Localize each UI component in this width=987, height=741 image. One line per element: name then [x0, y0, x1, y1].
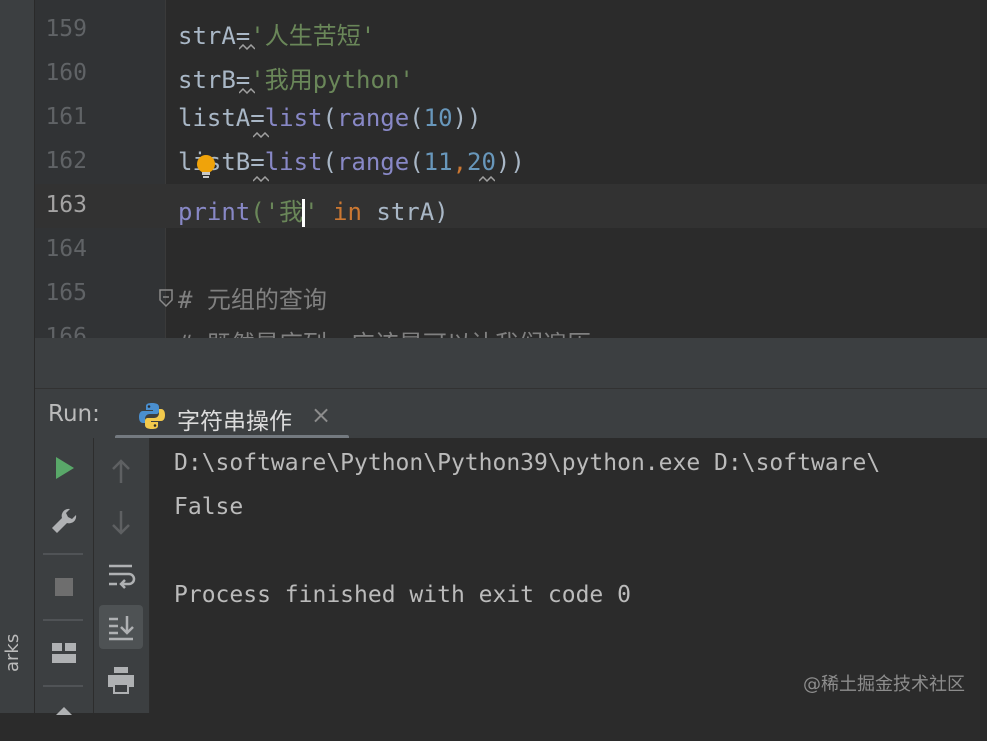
line-number: 165	[45, 280, 87, 306]
code-token: (	[409, 104, 424, 132]
code-token: (	[409, 148, 424, 176]
wrench-icon	[52, 508, 77, 533]
number-token: 20	[467, 148, 496, 176]
code-token: listB=	[178, 148, 265, 176]
run-icon	[56, 457, 74, 479]
warning-squiggle	[253, 132, 269, 138]
run-tab-label: 字符串操作	[177, 409, 292, 435]
run-panel-header: Run: 字符串操作 ×	[35, 388, 987, 440]
run-label: Run:	[48, 401, 100, 427]
line-number: 164	[45, 236, 87, 262]
builtin-token: range	[336, 104, 410, 132]
string-token: '	[304, 198, 319, 226]
next-occurrence-button[interactable]	[99, 500, 143, 544]
line-number: 160	[45, 60, 87, 86]
number-token: 11	[423, 148, 453, 176]
previous-occurrence-button[interactable]	[99, 450, 143, 494]
code-text[interactable]: print('我' in strA)	[178, 192, 449, 227]
string-token: '人生苦短'	[250, 22, 376, 50]
line-number: 166	[45, 324, 87, 338]
current-code-line[interactable]: 163 print('我' in strA)	[35, 184, 987, 228]
warning-squiggle	[239, 88, 255, 94]
comma-token: ,	[452, 148, 468, 176]
arrow-down-icon	[112, 511, 130, 535]
python-icon	[139, 403, 165, 429]
line-number: 162	[45, 148, 87, 174]
console-line: False	[174, 494, 244, 520]
fold-icon[interactable]	[157, 288, 175, 308]
layout-icon	[52, 643, 76, 663]
warning-squiggle	[239, 44, 255, 50]
code-token: listA=	[178, 104, 265, 132]
close-tab-icon[interactable]: ×	[311, 401, 331, 429]
code-line[interactable]: 166 # 既然是序列，应该是可以让我们遍历	[35, 316, 987, 338]
chevron-up-icon	[56, 707, 72, 715]
soft-wrap-icon	[109, 564, 136, 589]
code-editor[interactable]: 159 strA='人生苦短' 160 strB='我用python' 161 …	[35, 0, 987, 338]
line-number: 163	[45, 192, 87, 218]
stop-button[interactable]	[42, 565, 86, 609]
code-line[interactable]: 161 listA=list(range(10))	[35, 96, 987, 140]
code-text[interactable]: listA=list(range(10))	[178, 104, 481, 132]
lightbulb-icon[interactable]	[195, 154, 217, 180]
builtin-token: range	[336, 148, 410, 176]
run-tab[interactable]: 字符串操作 ×	[137, 395, 331, 435]
code-line[interactable]: 165 # 元组的查询	[35, 272, 987, 316]
scroll-to-end-icon	[109, 616, 134, 641]
builtin-token: print	[178, 198, 251, 226]
code-line[interactable]: 162 listB=list(range(11,20))	[35, 140, 987, 184]
left-tool-strip: arks	[0, 0, 35, 713]
stop-icon	[55, 578, 73, 596]
panel-splitter[interactable]	[35, 338, 987, 388]
toolbar-separator	[43, 619, 83, 621]
string-token: ('我	[250, 198, 304, 226]
code-text[interactable]: strB='我用python'	[178, 60, 414, 95]
code-token: (	[322, 104, 337, 132]
code-token: ))	[495, 148, 525, 176]
rerun-button[interactable]	[42, 446, 86, 490]
code-line[interactable]: 159 strA='人生苦短'	[35, 8, 987, 52]
code-token: strA)	[376, 198, 449, 226]
run-toolbar-secondary	[94, 438, 150, 713]
number-token: 10	[423, 104, 453, 132]
keyword-token: in	[318, 198, 377, 226]
string-token: '我用python'	[250, 66, 414, 94]
print-icon	[108, 667, 134, 694]
toolbar-separator	[43, 553, 83, 555]
edit-configuration-button[interactable]	[42, 499, 86, 543]
line-number: 159	[45, 16, 87, 42]
arrow-up-icon	[112, 459, 130, 483]
console-line: Process finished with exit code 0	[174, 582, 631, 608]
line-number: 161	[45, 104, 87, 130]
bookmarks-tool-label[interactable]: arks	[2, 634, 23, 672]
code-token: (	[322, 148, 337, 176]
comment-text[interactable]: # 元组的查询	[178, 280, 327, 315]
code-line[interactable]: 164	[35, 228, 987, 272]
builtin-token: list	[264, 104, 323, 132]
more-button[interactable]	[42, 693, 86, 737]
code-line[interactable]: 160 strB='我用python'	[35, 52, 987, 96]
run-toolbar-primary	[35, 438, 94, 715]
builtin-token: list	[264, 148, 323, 176]
toolbar-separator	[43, 685, 83, 687]
code-text[interactable]: listB=list(range(11,20))	[178, 148, 525, 176]
console-line: D:\software\Python\Python39\python.exe D…	[174, 450, 881, 476]
code-text[interactable]: strA='人生苦短'	[178, 16, 375, 51]
scroll-to-end-button[interactable]	[99, 605, 143, 649]
restore-layout-button[interactable]	[42, 631, 86, 675]
print-button[interactable]	[99, 658, 143, 702]
code-token: ))	[452, 104, 482, 132]
warning-squiggle	[253, 176, 269, 182]
comment-text[interactable]: # 既然是序列，应该是可以让我们遍历	[178, 324, 591, 338]
watermark: @稀土掘金技术社区	[803, 674, 965, 695]
warning-squiggle	[479, 176, 495, 182]
soft-wrap-button[interactable]	[99, 553, 143, 597]
